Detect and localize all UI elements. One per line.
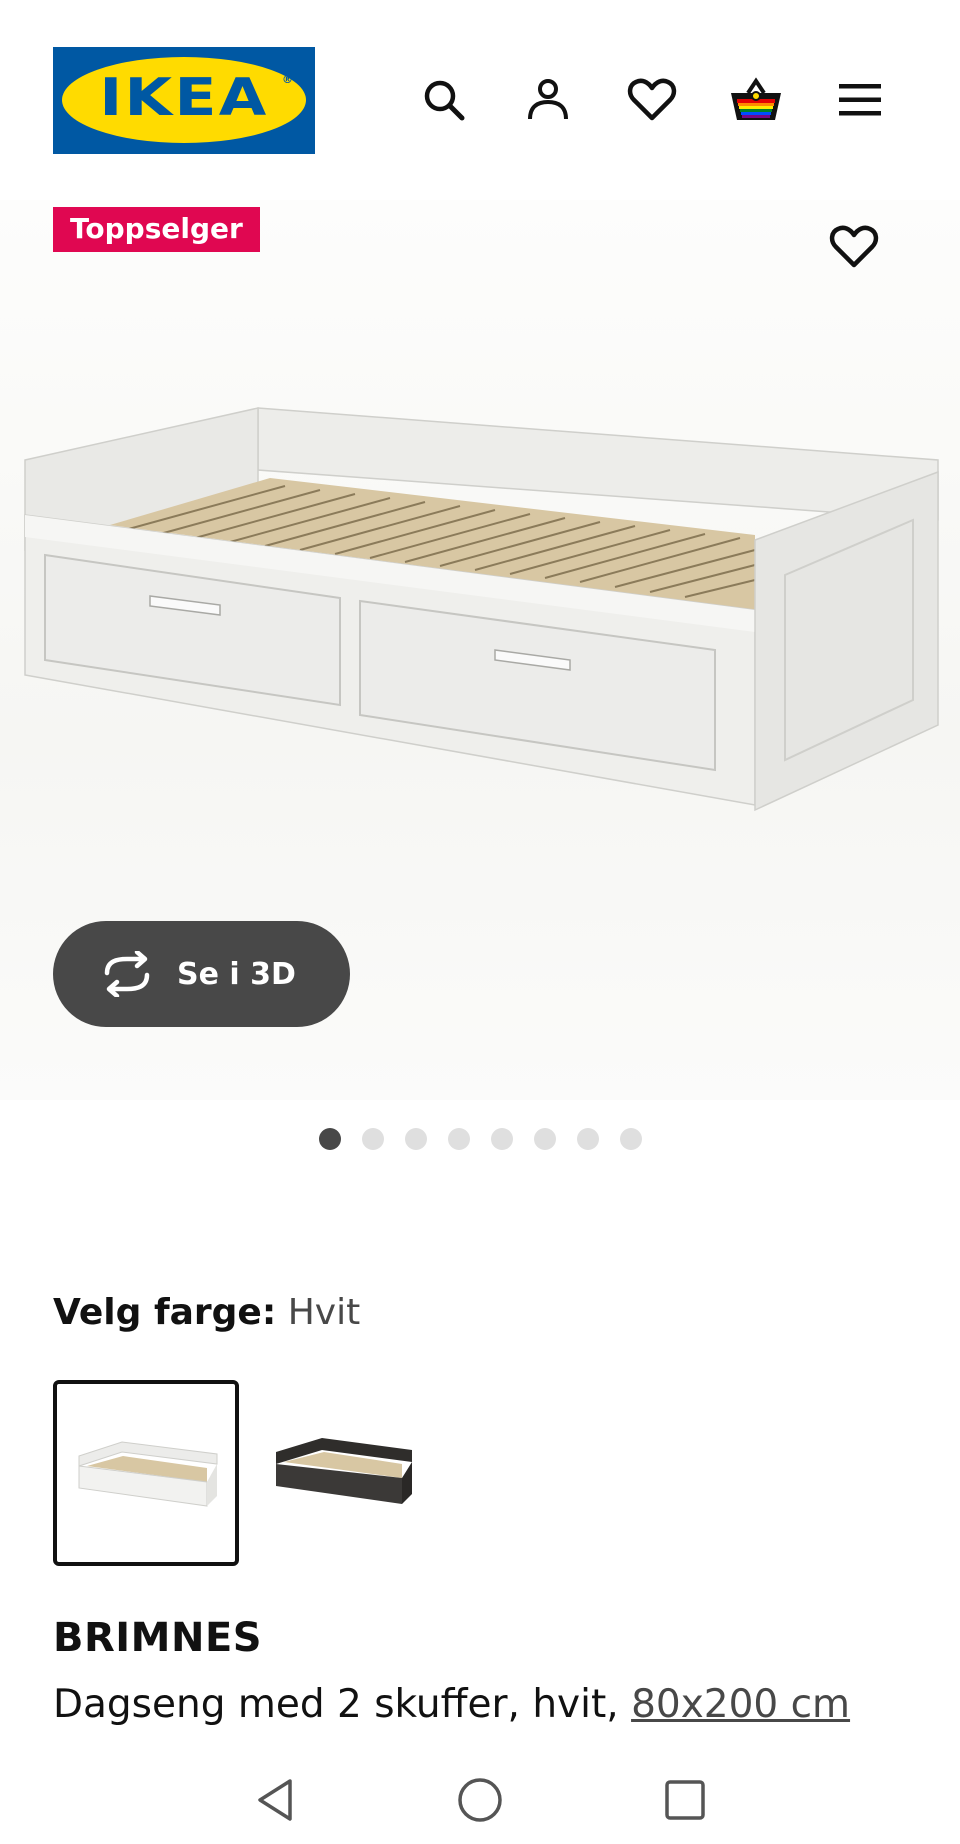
ikea-logo[interactable]: IKEA ® (53, 47, 315, 154)
product-size-link[interactable]: 80x200 cm (631, 1682, 850, 1727)
topseller-badge: Toppselger (53, 207, 260, 252)
gallery-pagination (0, 1128, 960, 1150)
gallery-dot-6[interactable] (533, 1128, 556, 1150)
logo-registered-mark: ® (282, 73, 293, 86)
site-header: IKEA ® (0, 0, 960, 200)
view-in-3d-button[interactable]: Se i 3D (53, 921, 350, 1027)
gallery-dot-3[interactable] (404, 1128, 427, 1150)
product-image-bed (24, 407, 939, 812)
view-in-3d-label: Se i 3D (177, 956, 296, 992)
rotate-3d-icon (104, 951, 150, 997)
gallery-dot-2[interactable] (361, 1128, 384, 1150)
color-option-white[interactable] (53, 1380, 239, 1566)
color-option-black-brown[interactable] (262, 1380, 446, 1564)
search-icon[interactable] (416, 72, 472, 128)
product-favourite-heart-icon[interactable] (823, 216, 885, 278)
color-value: Hvit (287, 1292, 361, 1333)
product-description: Dagseng med 2 skuffer, hvit, 80x200 cm (53, 1682, 850, 1727)
gallery-dot-5[interactable] (490, 1128, 513, 1150)
color-selector-label: Velg farge: Hvit (53, 1292, 360, 1333)
home-circle-icon[interactable] (450, 1770, 510, 1830)
favourites-heart-icon[interactable] (624, 72, 680, 128)
color-label: Velg farge: (53, 1292, 277, 1333)
basket-icon[interactable] (728, 72, 784, 128)
gallery-dot-4[interactable] (447, 1128, 470, 1150)
black-brown-bed-thumbnail (276, 1438, 412, 1504)
gallery-dot-1[interactable] (318, 1128, 341, 1150)
gallery-dot-7[interactable] (576, 1128, 599, 1150)
back-triangle-icon[interactable] (245, 1770, 305, 1830)
menu-icon[interactable] (832, 72, 888, 128)
gallery-dot-8[interactable] (619, 1128, 642, 1150)
white-bed-thumbnail (78, 1441, 218, 1507)
recent-apps-square-icon[interactable] (655, 1770, 715, 1830)
product-description-text: Dagseng med 2 skuffer, hvit, (53, 1682, 619, 1727)
account-icon[interactable] (520, 72, 576, 128)
product-name: BRIMNES (53, 1615, 263, 1661)
